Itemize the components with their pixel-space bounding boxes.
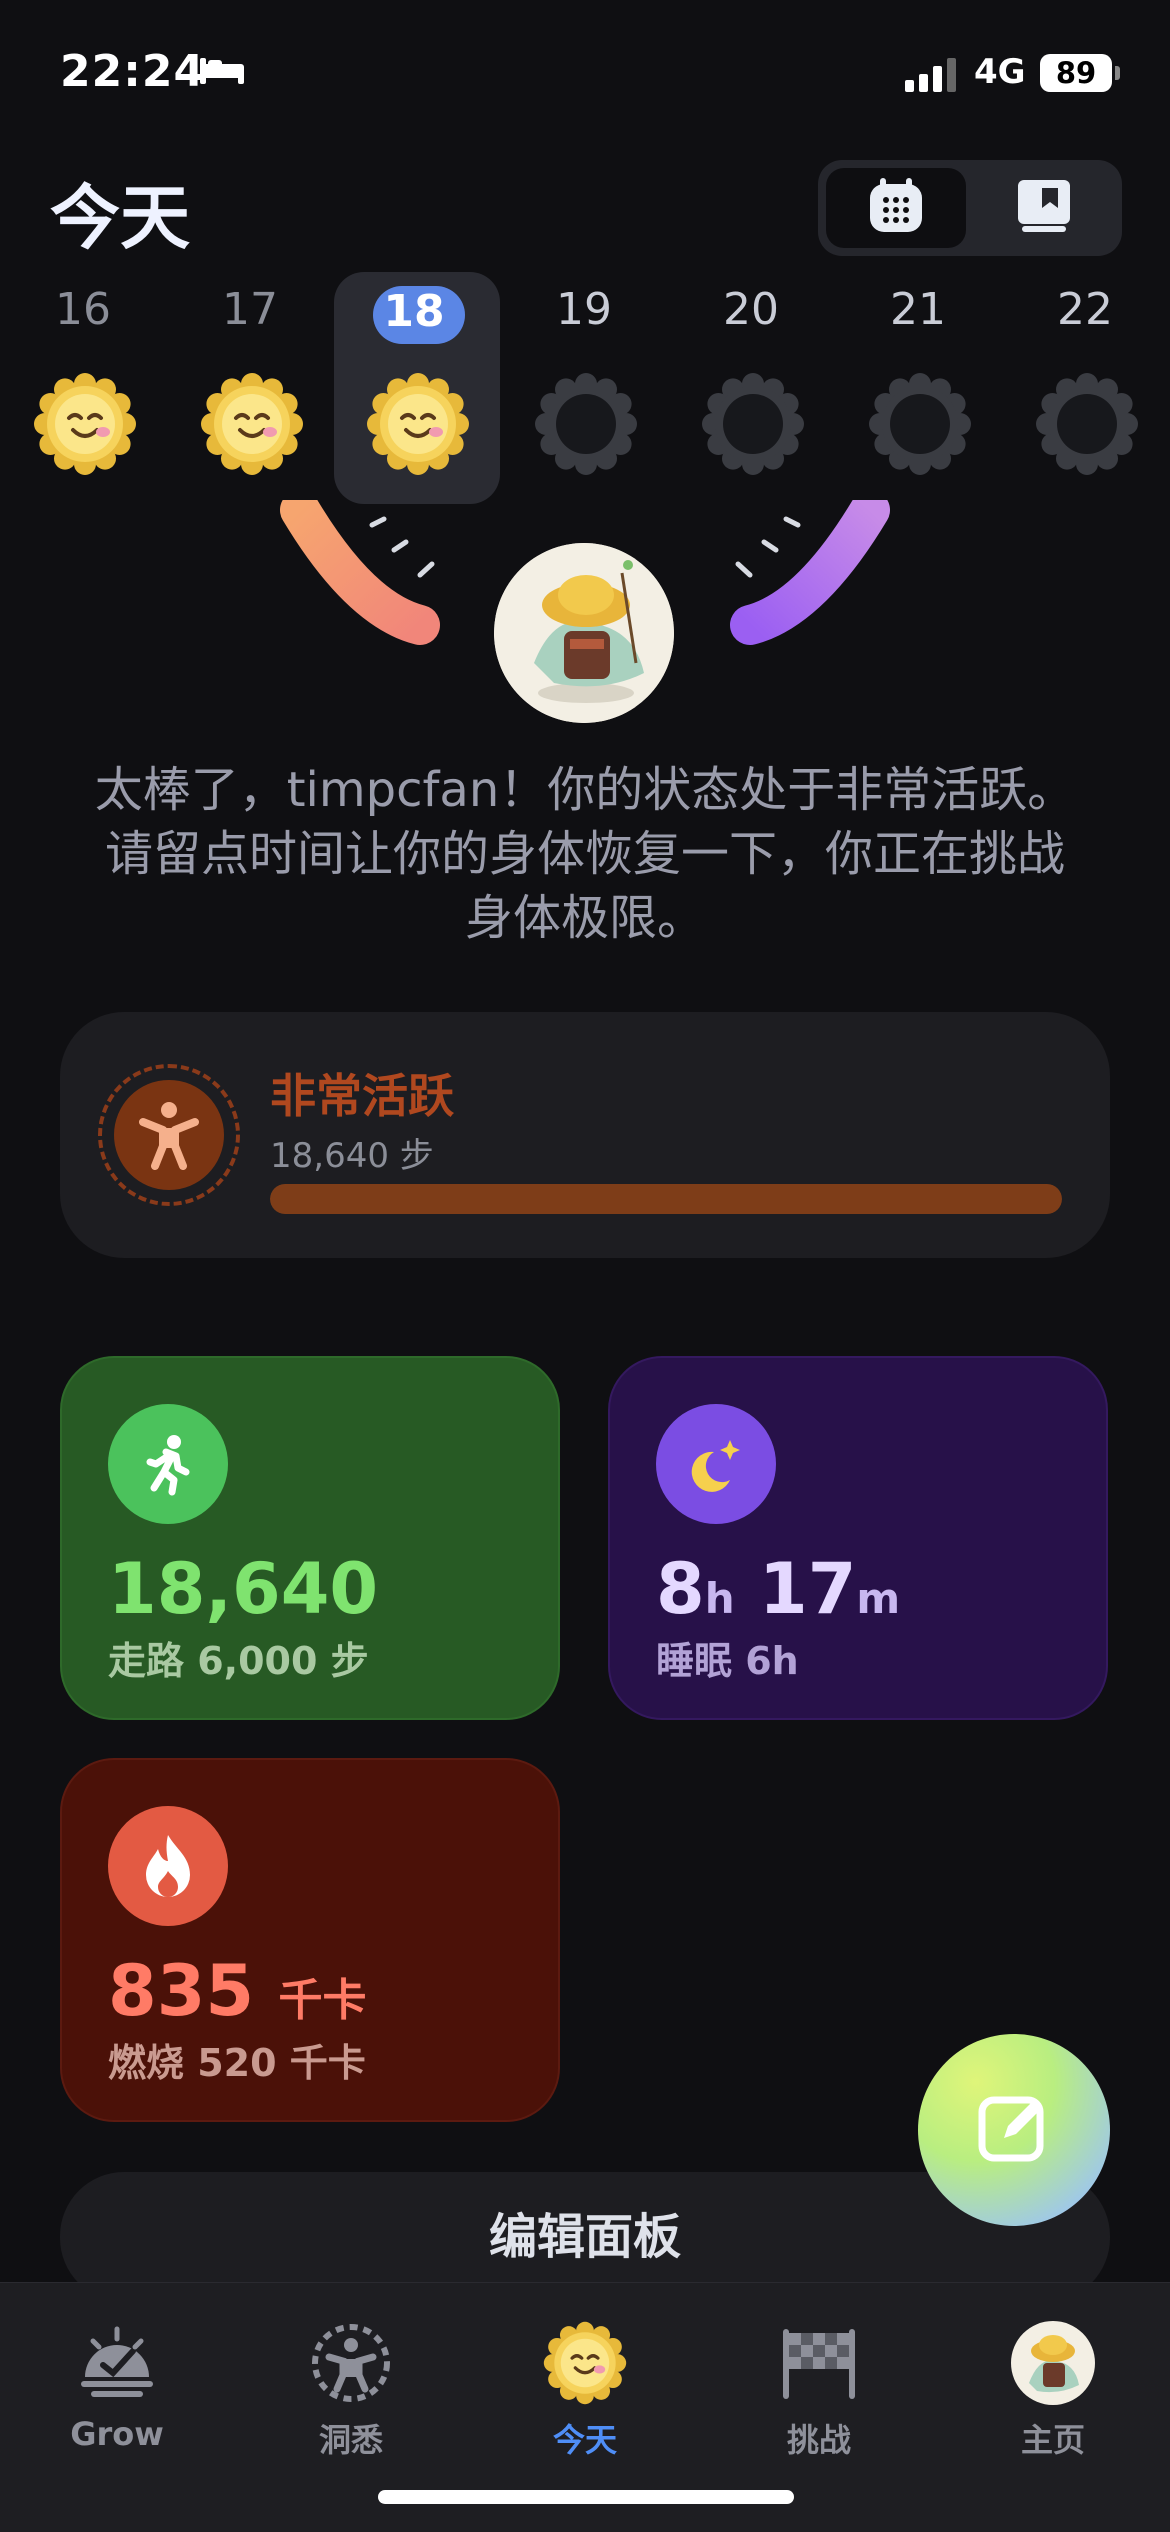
battery-indicator: 89 [1040, 54, 1112, 92]
activity-progress-bar [270, 1184, 1062, 1214]
calendar-icon [864, 174, 928, 242]
day-number: 18 [383, 286, 445, 337]
tab-label: 洞悉 [318, 2421, 383, 2459]
status-time: 22:24 [60, 46, 206, 97]
tab-today[interactable]: 今天 [468, 2303, 702, 2463]
edit-icon [974, 2088, 1054, 2172]
steps-tile[interactable]: 18,640 走路 6,000 步 [60, 1356, 560, 1720]
network-type: 4G [974, 52, 1026, 92]
day-18-selected[interactable]: 18 [334, 272, 500, 504]
day-16[interactable]: 16 [3, 272, 163, 502]
day-21[interactable]: 21 [838, 272, 998, 502]
day-number: 16 [55, 284, 111, 335]
bed-icon [198, 56, 246, 90]
mascot-avatar[interactable] [494, 543, 674, 723]
book-icon [1012, 174, 1076, 242]
tab-label: 今天 [552, 2421, 617, 2459]
day-17[interactable]: 17 [170, 272, 330, 502]
steps-value: 18,640 [108, 1548, 379, 1630]
sleep-duration: 8h 17m [656, 1548, 901, 1630]
signal-icon [905, 56, 961, 96]
day-19[interactable]: 19 [504, 272, 664, 502]
profile-avatar [1011, 2321, 1095, 2405]
sleep-tile[interactable]: 8h 17m 睡眠 6h [608, 1356, 1108, 1720]
activity-ring [98, 1064, 240, 1206]
activity-level-title: 非常活跃 [270, 1069, 454, 1123]
empty-day-icon [1035, 372, 1139, 480]
walk-icon [108, 1404, 228, 1524]
day-number: 21 [890, 284, 946, 335]
grow-icon [75, 2321, 159, 2405]
home-indicator [378, 2490, 794, 2504]
activity-steps: 18,640 步 [270, 1136, 434, 1176]
insight-icon [309, 2321, 393, 2405]
calendar-view-button[interactable] [826, 168, 966, 248]
empty-day-icon [534, 372, 638, 480]
empty-day-icon [868, 372, 972, 480]
steps-goal: 走路 6,000 步 [108, 1639, 369, 1683]
sleep-goal: 睡眠 6h [656, 1639, 799, 1683]
sun-face-icon [543, 2321, 627, 2405]
day-number: 20 [723, 284, 779, 335]
view-toggle [818, 160, 1122, 256]
day-22[interactable]: 22 [1005, 272, 1165, 502]
tab-profile[interactable]: 主页 [936, 2303, 1170, 2463]
activity-level-card[interactable]: 非常活跃 18,640 步 [60, 1012, 1110, 1258]
empty-day-icon [701, 372, 805, 480]
book-view-button[interactable] [974, 168, 1114, 248]
tab-grow[interactable]: Grow [0, 2303, 234, 2463]
sun-face-icon [33, 372, 137, 480]
day-number: 17 [222, 284, 278, 335]
tab-label: 挑战 [786, 2421, 851, 2459]
tab-insight[interactable]: 洞悉 [234, 2303, 468, 2463]
person-icon [114, 1080, 224, 1190]
week-strip: 16 17 18 19 20 21 22 [0, 272, 1170, 512]
moon-icon [656, 1404, 776, 1524]
day-number: 22 [1057, 284, 1113, 335]
tab-label: Grow [70, 2415, 164, 2453]
calories-burned: 燃烧 520 千卡 [108, 2041, 366, 2085]
flag-icon [777, 2321, 861, 2405]
day-number: 19 [556, 284, 612, 335]
status-message: 太棒了，timpcfan！你的状态处于非常活跃。请留点时间让你的身体恢复一下，你… [94, 762, 1076, 946]
sun-face-icon [200, 372, 304, 480]
calories-tile[interactable]: 835 千卡 燃烧 520 千卡 [60, 1758, 560, 2122]
day-20[interactable]: 20 [671, 272, 831, 502]
edit-fab-button[interactable] [918, 2034, 1110, 2226]
battery-nub [1115, 66, 1120, 80]
sun-face-icon [366, 372, 470, 480]
calories-value: 835 千卡 [108, 1950, 367, 2032]
tab-label: 主页 [1020, 2421, 1085, 2459]
flame-icon [108, 1806, 228, 1926]
activity-progress-fill [270, 1184, 1062, 1214]
status-bar: 22:24 4G 89 [0, 0, 1170, 140]
page-title: 今天 [50, 177, 190, 259]
tab-challenge[interactable]: 挑战 [702, 2303, 936, 2463]
